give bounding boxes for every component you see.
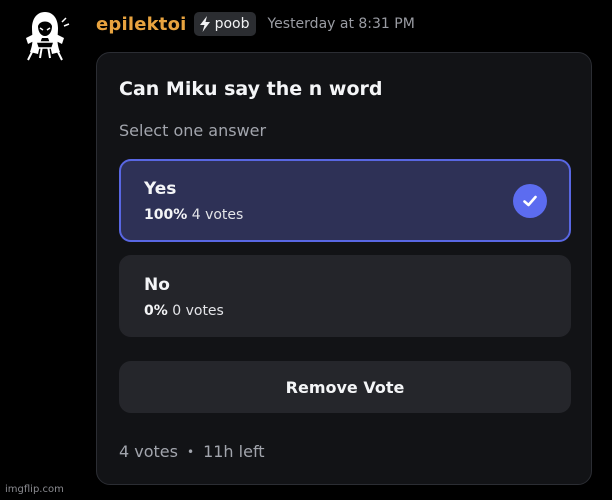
option-label: No	[144, 275, 170, 295]
poll-option-no[interactable]: No 0% 0 votes	[119, 255, 571, 337]
time-left: 11h left	[203, 442, 265, 461]
option-votes: 0 votes	[172, 303, 224, 319]
option-votes: 4 votes	[191, 207, 244, 223]
poll-subtitle: Select one answer	[119, 121, 267, 140]
watermark: imgflip.com	[5, 484, 64, 495]
check-icon	[513, 184, 547, 218]
option-percent: 100%	[144, 207, 188, 223]
server-tag[interactable]: poob	[193, 12, 257, 36]
poll-card: Can Miku say the n word Select one answe…	[96, 52, 592, 485]
message-header: epilektoi poob Yesterday at 8:31 PM	[96, 12, 415, 36]
poll-option-yes[interactable]: Yes 100% 4 votes	[119, 159, 571, 242]
option-stats: 100% 4 votes	[144, 207, 243, 223]
username[interactable]: epilektoi	[96, 14, 187, 35]
poll-question: Can Miku say the n word	[119, 78, 383, 100]
separator-dot: •	[186, 444, 195, 459]
timestamp: Yesterday at 8:31 PM	[267, 16, 415, 32]
avatar[interactable]	[18, 8, 72, 62]
avatar-icon	[26, 12, 70, 61]
total-votes: 4 votes	[119, 442, 178, 461]
poll-footer: 4 votes • 11h left	[119, 442, 265, 461]
option-stats: 0% 0 votes	[144, 303, 224, 319]
option-label: Yes	[144, 179, 177, 199]
server-tag-label: poob	[214, 16, 250, 32]
lightning-icon	[199, 16, 210, 32]
remove-vote-button[interactable]: Remove Vote	[119, 361, 571, 413]
option-percent: 0%	[144, 303, 168, 319]
